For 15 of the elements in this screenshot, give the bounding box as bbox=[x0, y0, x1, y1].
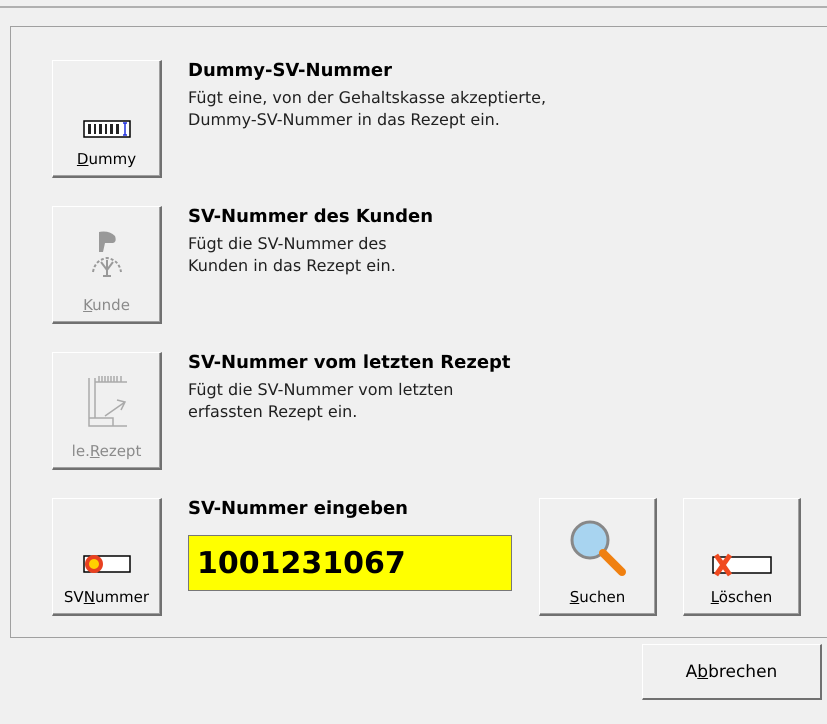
binary-field-icon bbox=[82, 118, 130, 140]
clear-button[interactable]: Löschen bbox=[683, 498, 801, 616]
field-cross-icon bbox=[710, 552, 774, 578]
option-title: SV-Nummer vom letzten Rezept bbox=[188, 352, 511, 373]
option-description: Fügt eine, von der Gehaltskasse akzeptierte, Dummy-SV-Nummer in das Rezept ein. bbox=[188, 87, 548, 130]
entry-title: SV-Nummer eingeben bbox=[188, 498, 409, 519]
option-title: Dummy-SV-Nummer bbox=[188, 60, 394, 81]
dummy-button[interactable]: Dummy bbox=[52, 60, 162, 178]
option-description: Fügt die SV-Nummer vom letzten erfassten Rezept ein. bbox=[188, 379, 454, 422]
enter-number-button[interactable]: SVNummer bbox=[52, 498, 162, 616]
number-field[interactable]: 1001231067 bbox=[188, 535, 512, 591]
option-title: SV-Nummer des Kunden bbox=[188, 206, 434, 227]
cancel-button[interactable]: Abbrechen bbox=[642, 644, 822, 700]
option-description: Fügt die SV-Nummer des Kunden in das Rezept ein. bbox=[188, 233, 397, 276]
search-button[interactable]: Suchen bbox=[539, 498, 657, 616]
